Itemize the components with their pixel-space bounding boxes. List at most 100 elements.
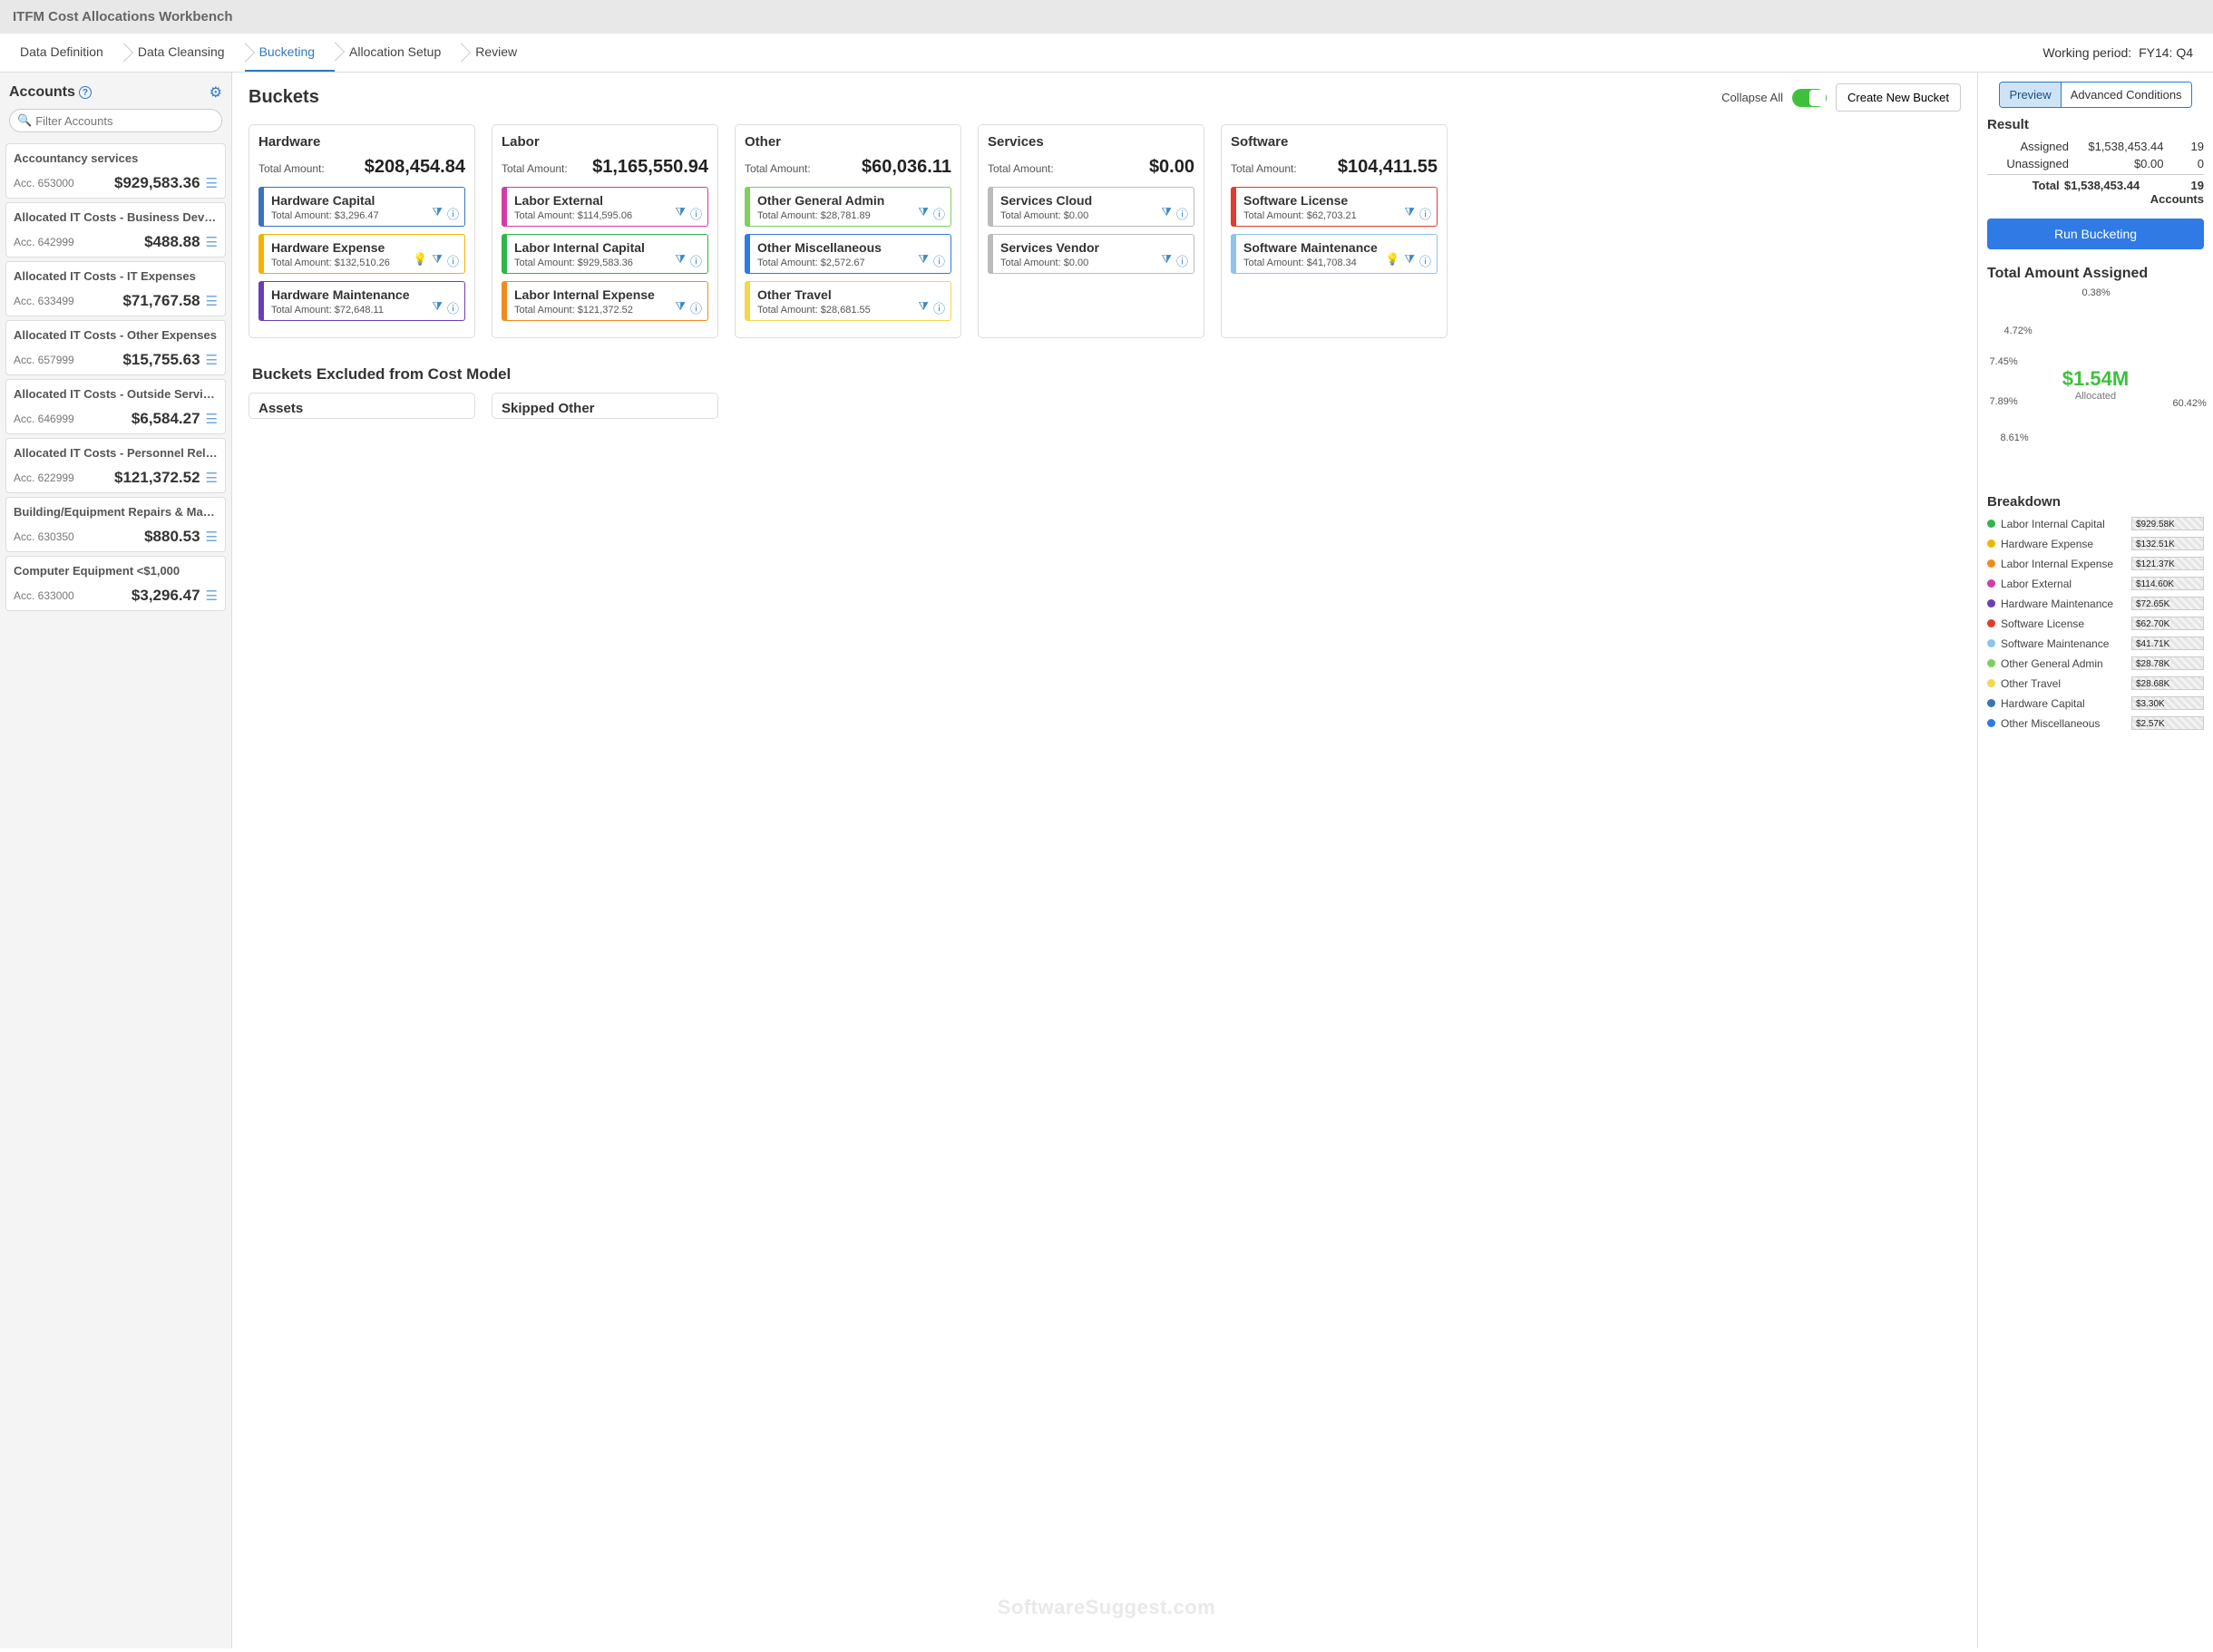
donut-label: 7.45%: [1990, 356, 2018, 367]
breakdown-name: Labor Internal Expense: [2001, 558, 2126, 570]
account-item[interactable]: Allocated IT Costs - Business Devel... A…: [5, 202, 226, 258]
breakdown-row: Labor External $114.60K: [1987, 577, 2204, 590]
info-icon[interactable]: ⓘ: [1419, 205, 1431, 222]
breakdown-row: Labor Internal Capital $929.58K: [1987, 517, 2204, 530]
funnel-icon[interactable]: ⧩: [1161, 205, 1172, 222]
gear-icon[interactable]: ⚙: [210, 83, 222, 102]
wizard-step-review[interactable]: Review: [461, 34, 537, 72]
account-item[interactable]: Allocated IT Costs - Outside Service... …: [5, 379, 226, 434]
funnel-icon[interactable]: ⧩: [432, 299, 443, 316]
help-icon[interactable]: ?: [79, 86, 92, 99]
run-bucketing-button[interactable]: Run Bucketing: [1987, 219, 2204, 249]
account-name: Allocated IT Costs - Personnel Relat...: [14, 446, 218, 460]
funnel-icon[interactable]: ⧩: [432, 252, 443, 269]
info-icon[interactable]: ⓘ: [690, 205, 702, 222]
sub-bucket[interactable]: Labor Internal Expense Total Amount: $12…: [502, 281, 708, 321]
funnel-icon[interactable]: ⧩: [1404, 205, 1415, 222]
funnel-icon[interactable]: ⧩: [918, 299, 929, 316]
sub-bucket[interactable]: Software Maintenance Total Amount: $41,7…: [1231, 234, 1438, 274]
breakdown-bar: $28.68K: [2131, 676, 2204, 690]
funnel-icon[interactable]: ⧩: [918, 205, 929, 222]
sub-bucket[interactable]: Hardware Expense Total Amount: $132,510.…: [258, 234, 465, 274]
funnel-icon[interactable]: ⧩: [432, 205, 443, 222]
bucket-group: Software Total Amount:$104,411.55 Softwa…: [1221, 124, 1448, 338]
list-icon[interactable]: ☰: [206, 411, 218, 427]
funnel-icon[interactable]: ⧩: [918, 252, 929, 269]
excluded-card[interactable]: Skipped Other: [492, 393, 718, 419]
funnel-icon[interactable]: ⧩: [1404, 252, 1415, 269]
funnel-icon[interactable]: ⧩: [675, 252, 686, 269]
result-row: Unassigned$0.000: [1987, 155, 2204, 172]
sub-bucket[interactable]: Other Travel Total Amount: $28,681.55 ⧩ⓘ: [745, 281, 951, 321]
sub-bucket-name: Labor Internal Capital: [514, 240, 700, 255]
list-icon[interactable]: ☰: [206, 352, 218, 368]
sub-bucket[interactable]: Other General Admin Total Amount: $28,78…: [745, 187, 951, 227]
wizard-step-data-cleansing[interactable]: Data Cleansing: [123, 34, 245, 72]
wizard-step-allocation-setup[interactable]: Allocation Setup: [335, 34, 461, 72]
result-row: Assigned$1,538,453.4419: [1987, 138, 2204, 155]
sub-bucket[interactable]: Other Miscellaneous Total Amount: $2,572…: [745, 234, 951, 274]
list-icon[interactable]: ☰: [206, 175, 218, 191]
list-icon[interactable]: ☰: [206, 588, 218, 604]
wizard-step-bucketing[interactable]: Bucketing: [245, 34, 335, 72]
wizard-step-data-definition[interactable]: Data Definition: [5, 34, 123, 72]
info-icon[interactable]: ⓘ: [933, 252, 945, 269]
sub-bucket-amount: Total Amount: $0.00: [1000, 210, 1186, 221]
bucket-group: Hardware Total Amount:$208,454.84 Hardwa…: [249, 124, 475, 338]
info-icon[interactable]: ⓘ: [690, 252, 702, 269]
account-amount: $71,767.58: [122, 292, 200, 310]
filter-input[interactable]: [35, 114, 214, 128]
sub-bucket[interactable]: Software License Total Amount: $62,703.2…: [1231, 187, 1438, 227]
funnel-icon[interactable]: ⧩: [1161, 252, 1172, 269]
sub-bucket[interactable]: Labor Internal Capital Total Amount: $92…: [502, 234, 708, 274]
sub-bucket[interactable]: Services Cloud Total Amount: $0.00 ⧩ⓘ: [988, 187, 1194, 227]
sub-bucket[interactable]: Hardware Capital Total Amount: $3,296.47…: [258, 187, 465, 227]
account-item[interactable]: Accountancy services Acc. 653000 $929,58…: [5, 143, 226, 199]
account-name: Building/Equipment Repairs & Maint...: [14, 505, 218, 519]
color-dot: [1987, 579, 1995, 588]
working-period-label: Working period:: [2042, 45, 2131, 60]
bucket-group: Services Total Amount:$0.00 Services Clo…: [978, 124, 1204, 338]
create-bucket-button[interactable]: Create New Bucket: [1836, 83, 1961, 112]
result-total-label: Total: [1987, 179, 2060, 206]
info-icon[interactable]: ⓘ: [933, 299, 945, 316]
bucket-group-name: Labor: [502, 134, 708, 150]
tab-advanced[interactable]: Advanced Conditions: [2061, 83, 2191, 107]
funnel-icon[interactable]: ⧩: [675, 299, 686, 316]
sub-bucket-amount: Total Amount: $929,583.36: [514, 258, 700, 268]
account-item[interactable]: Allocated IT Costs - IT Expenses Acc. 63…: [5, 261, 226, 316]
collapse-toggle[interactable]: [1792, 89, 1827, 107]
info-icon[interactable]: ⓘ: [447, 205, 459, 222]
bulb-icon[interactable]: 💡: [1385, 252, 1399, 269]
account-item[interactable]: Computer Equipment <$1,000 Acc. 633000 $…: [5, 556, 226, 611]
account-item[interactable]: Allocated IT Costs - Other Expenses Acc.…: [5, 320, 226, 375]
info-icon[interactable]: ⓘ: [690, 299, 702, 316]
sub-bucket[interactable]: Hardware Maintenance Total Amount: $72,6…: [258, 281, 465, 321]
tab-preview[interactable]: Preview: [2000, 83, 2060, 107]
breakdown-row: Other Miscellaneous $2.57K: [1987, 716, 2204, 730]
wizard-steps: Data DefinitionData CleansingBucketingAl…: [5, 34, 537, 72]
sub-bucket[interactable]: Services Vendor Total Amount: $0.00 ⧩ⓘ: [988, 234, 1194, 274]
info-icon[interactable]: ⓘ: [447, 299, 459, 316]
info-icon[interactable]: ⓘ: [447, 252, 459, 269]
sub-bucket[interactable]: Labor External Total Amount: $114,595.06…: [502, 187, 708, 227]
info-icon[interactable]: ⓘ: [1176, 252, 1188, 269]
info-icon[interactable]: ⓘ: [1176, 205, 1188, 222]
account-item[interactable]: Allocated IT Costs - Personnel Relat... …: [5, 438, 226, 493]
bulb-icon[interactable]: 💡: [413, 252, 427, 269]
list-icon[interactable]: ☰: [206, 293, 218, 309]
info-icon[interactable]: ⓘ: [933, 205, 945, 222]
filter-accounts[interactable]: 🔍: [9, 109, 222, 132]
account-item[interactable]: Building/Equipment Repairs & Maint... Ac…: [5, 497, 226, 552]
segmented-tabs: Preview Advanced Conditions: [1999, 82, 2191, 108]
info-icon[interactable]: ⓘ: [1419, 252, 1431, 269]
excluded-card[interactable]: Assets: [249, 393, 475, 419]
list-icon[interactable]: ☰: [206, 470, 218, 486]
account-code: Acc. 653000: [14, 177, 74, 189]
accounts-title: Accounts ?: [9, 84, 92, 101]
breakdown-value: $28.68K: [2136, 677, 2169, 691]
excluded-cards: Assets Skipped Other: [249, 393, 1961, 419]
funnel-icon[interactable]: ⧩: [675, 205, 686, 222]
list-icon[interactable]: ☰: [206, 234, 218, 250]
list-icon[interactable]: ☰: [206, 529, 218, 545]
